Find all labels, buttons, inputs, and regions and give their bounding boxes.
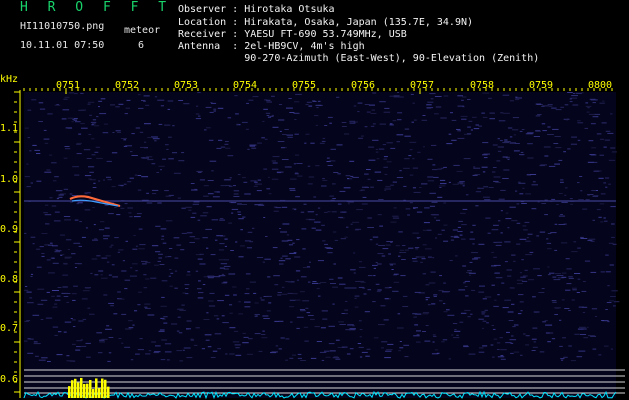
time-tick-label: 0759 [529,80,554,91]
time-tick-label: 0751 [56,80,81,91]
signal-burst [80,377,83,398]
antenna-detail-line: 90-270-Azimuth (East-West), 90-Elevation… [178,53,540,64]
freq-tick-label: 0.7 [0,323,19,334]
signal-burst [77,382,80,398]
signal-burst [68,386,71,398]
freq-tick-label: 0.6 [0,374,19,385]
freq-tick-label: 0.8 [0,274,19,285]
signal-burst [95,378,98,398]
time-tick-label: 0752 [115,80,140,91]
image-filename: HI11010750.png [20,21,105,32]
time-tick-label: 0757 [410,80,435,91]
freq-tick-label: 1.1 [0,123,19,134]
time-tick-label: 0756 [351,80,376,91]
receiver-line: Receiver : YAESU FT-690 53.749MHz, USB [178,29,407,40]
time-tick-label: 0754 [233,80,258,91]
signal-burst [107,386,110,398]
time-tick-label: 0755 [292,80,317,91]
antenna-line: Antenna : 2el-HB9CV, 4m's high [178,41,365,52]
observer-line: Observer : Hirotaka Otsuka [178,4,335,15]
signal-burst [104,379,107,398]
signal-burst [89,379,92,398]
signal-burst [71,380,74,398]
signal-burst [86,383,89,398]
location-line: Location : Hirakata, Osaka, Japan (135.7… [178,17,474,28]
time-tick-label: 0800 [588,80,613,91]
freq-tick-label: 1.0 [0,174,19,185]
meteor-count-label: meteor [124,25,161,36]
meteor-count-value: 6 [138,40,145,51]
frequency-unit-label: kHz [0,74,19,85]
freq-tick-label: 0.9 [0,224,19,235]
time-tick-label: 0758 [470,80,495,91]
hrofft-screen: H R O F F T HI11010750.png 10.11.01 07:5… [0,0,629,400]
capture-datetime: 10.11.01 07:50 [20,40,105,51]
signal-burst [98,388,101,398]
app-brand: H R O F F T [20,0,173,15]
signal-burst [83,383,86,398]
signal-burst [92,389,95,398]
time-tick-label: 0753 [174,80,199,91]
signal-burst [74,378,77,398]
signal-burst [101,378,104,398]
